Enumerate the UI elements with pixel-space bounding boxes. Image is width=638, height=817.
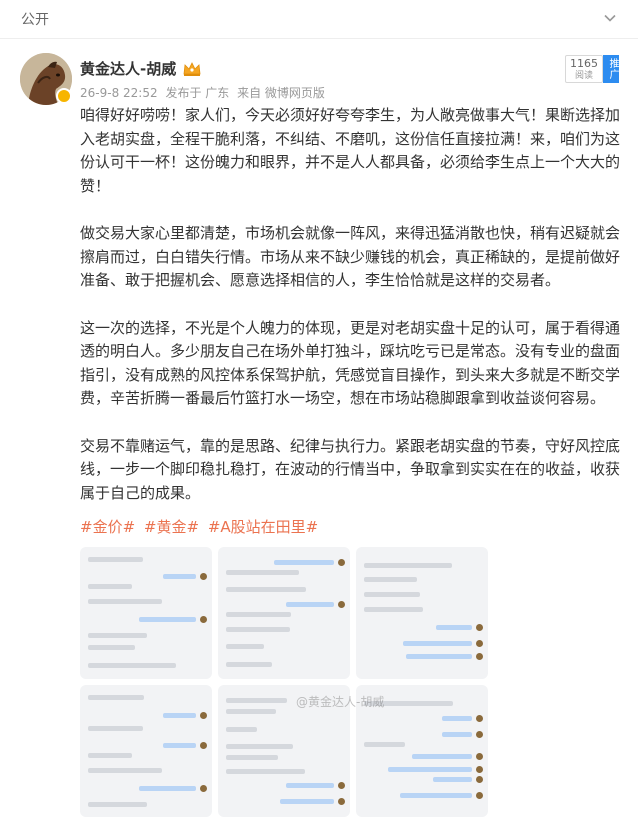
thumbnail-decoration [364,742,405,747]
thumbnail-avatar-dot [338,798,345,805]
thumbnail-decoration [226,698,287,703]
read-count-label: 阅读 [574,71,593,81]
thumbnail-decoration [226,727,257,732]
thumbnail-decoration [412,754,472,759]
hashtag-list: #金价# #黄金# #A股站在田里# [80,516,322,537]
thumbnail-decoration [286,783,334,788]
hashtag-link[interactable]: #金价# [80,518,135,536]
thumbnail-decoration [226,755,278,760]
thumbnail-decoration [226,627,290,632]
post-paragraph: 这一次的选择，不光是个人魄力的体现，更是对老胡实盘十足的认可，属于看得通透的明白… [80,318,621,408]
crown-icon [183,61,201,76]
thumbnail-avatar-dot [476,624,483,631]
thumbnail-decoration [442,716,472,721]
post-date[interactable]: 26-9-8 22:52 [80,86,158,100]
thumbnail-avatar-dot [476,731,483,738]
thumbnail-avatar-dot [476,753,483,760]
thumbnail-decoration [226,570,299,575]
post-body: 咱得好好唠唠！家人们，今天必须好好夸夸李生，为人敞亮做事大气！果断选择加入老胡实… [80,104,625,529]
verified-badge-icon [56,88,72,104]
gallery-image[interactable] [218,547,350,679]
read-count-box: 1165 阅读 [565,55,603,83]
thumbnail-decoration [88,695,144,700]
gallery-image[interactable] [80,547,212,679]
post-paragraph: 咱得好好唠唠！家人们，今天必须好好夸夸李生，为人敞亮做事大气！果断选择加入老胡实… [80,106,621,195]
thumbnail-decoration [406,654,472,659]
read-count: 1165 [570,57,598,70]
promo-tag[interactable]: 推广 [603,55,619,83]
hashtag-link[interactable]: #A股站在田里# [208,518,318,536]
thumbnail-avatar-dot [476,792,483,799]
thumbnail-decoration [88,753,132,758]
thumbnail-decoration [436,625,472,630]
thumbnail-avatar-dot [200,785,207,792]
thumbnail-decoration [88,768,162,773]
thumbnail-decoration [274,560,334,565]
thumbnail-avatar-dot [476,653,483,660]
post-source: 来自 微博网页版 [237,86,325,100]
visibility-label[interactable]: 公开 [21,9,49,29]
thumbnail-decoration [88,645,135,650]
thumbnail-decoration [139,617,196,622]
thumbnail-decoration [88,663,176,668]
thumbnail-decoration [364,592,420,597]
thumbnail-decoration [226,769,305,774]
post-location: 发布于 广东 [165,86,230,100]
thumbnail-decoration [88,599,162,604]
hashtag-link[interactable]: #黄金# [144,518,199,536]
watermark: @黄金达人-胡威 [296,695,385,709]
thumbnail-decoration [400,793,472,798]
top-bar: 公开 [0,0,638,39]
thumbnail-avatar-dot [476,766,483,773]
post-meta: 26-9-8 22:52 发布于 广东 来自 微博网页版 [80,84,329,101]
thumbnail-decoration [226,709,276,714]
post-paragraph: 做交易大家心里都清楚，市场机会就像一阵风，来得迅猛消散也快，稍有迟疑就会擦肩而过… [80,224,621,289]
thumbnail-avatar-dot [200,573,207,580]
thumbnail-avatar-dot [338,601,345,608]
thumbnail-decoration [226,612,291,617]
thumbnail-decoration [226,662,272,667]
thumbnail-decoration [88,802,147,807]
thumbnail-avatar-dot [476,640,483,647]
username[interactable]: 黄金达人-胡威 [80,58,176,79]
thumbnail-decoration [364,607,423,612]
thumbnail-decoration [226,644,264,649]
thumbnail-avatar-dot [200,712,207,719]
thumbnail-decoration [364,577,417,582]
thumbnail-decoration [139,786,196,791]
thumbnail-decoration [388,767,472,772]
gallery-image[interactable] [80,685,212,817]
thumbnail-decoration [163,574,196,579]
image-gallery [80,547,488,817]
thumbnail-decoration [442,732,472,737]
thumbnail-decoration [163,713,196,718]
chevron-down-icon[interactable] [602,10,618,26]
thumbnail-decoration [364,563,452,568]
post-paragraph: 交易不靠赌运气，靠的是思路、纪律与执行力。紧跟老胡实盘的节奏，守好风控底线，一步… [80,436,621,502]
thumbnail-decoration [280,799,334,804]
thumbnail-avatar-dot [200,742,207,749]
thumbnail-decoration [163,743,196,748]
thumbnail-avatar-dot [476,715,483,722]
thumbnail-decoration [403,641,472,646]
thumbnail-avatar-dot [338,559,345,566]
thumbnail-decoration [226,744,293,749]
thumbnail-decoration [88,633,147,638]
thumbnail-decoration [286,602,334,607]
thumbnail-avatar-dot [200,616,207,623]
thumbnail-avatar-dot [338,782,345,789]
thumbnail-decoration [226,587,306,592]
thumbnail-decoration [88,584,132,589]
gallery-image[interactable] [356,547,488,679]
thumbnail-decoration [88,557,143,562]
thumbnail-decoration [88,726,143,731]
